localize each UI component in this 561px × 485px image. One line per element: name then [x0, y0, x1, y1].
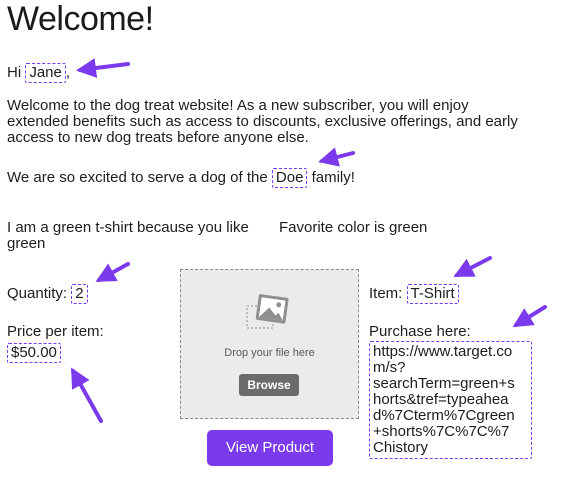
arrow-icon-price	[71, 367, 103, 423]
arrow-icon-family	[318, 147, 355, 167]
arrow-icon-url	[512, 305, 547, 328]
arrow-icon-item	[453, 256, 492, 277]
arrow-icon-name	[76, 58, 130, 78]
annotation-arrows	[71, 58, 547, 423]
arrow-icon-quantity	[95, 262, 130, 282]
